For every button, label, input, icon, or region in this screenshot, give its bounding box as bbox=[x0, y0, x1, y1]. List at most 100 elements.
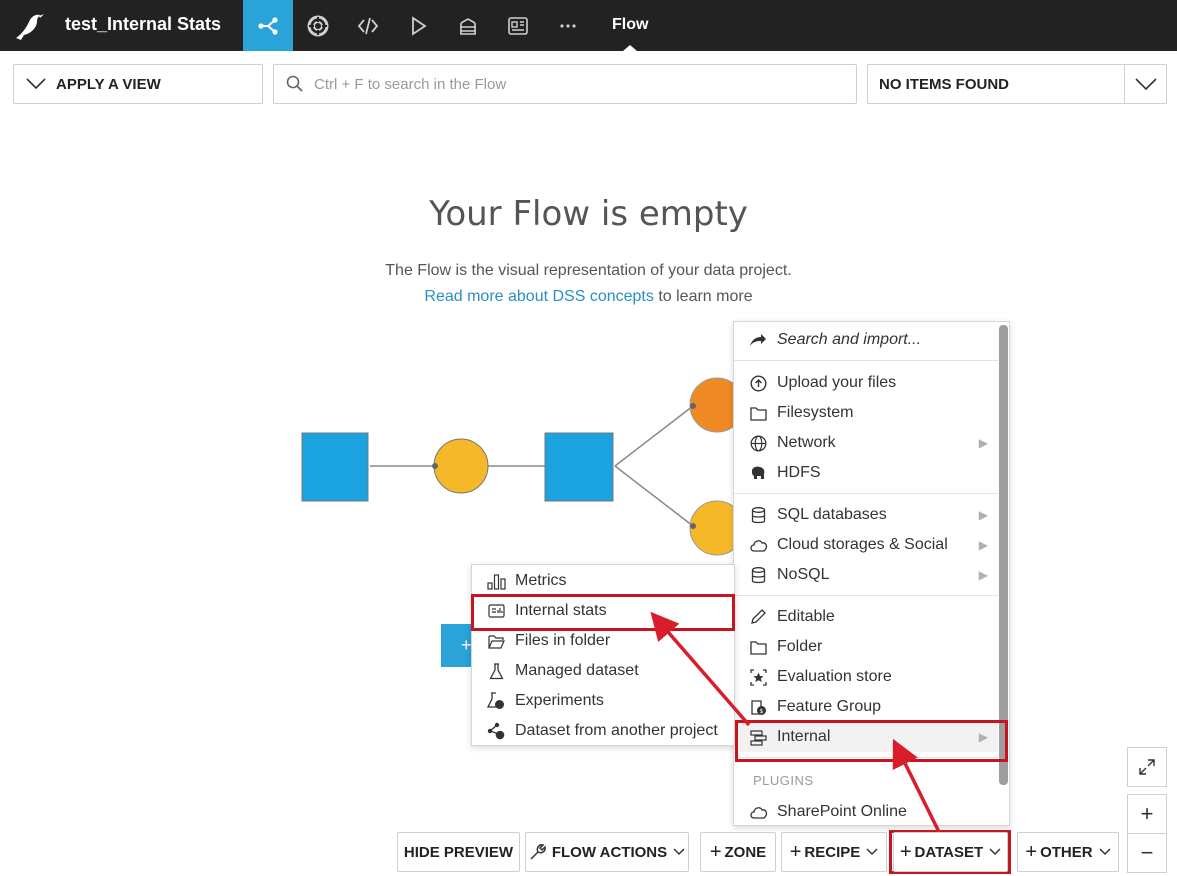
submenu-item-files-in-folder[interactable]: Files in folder bbox=[486, 626, 734, 656]
dataset-square-2 bbox=[544, 432, 614, 502]
menu-item-sharepoint-online[interactable]: SharePoint Online bbox=[748, 797, 998, 825]
menu-item-evaluation-store[interactable]: Evaluation store bbox=[748, 662, 998, 692]
recipe-circle-1 bbox=[433, 438, 489, 494]
pencil-icon bbox=[748, 607, 768, 627]
cloud-icon bbox=[748, 535, 768, 555]
menu-item-label: Cloud storages & Social bbox=[777, 536, 948, 553]
chevron-down-icon bbox=[866, 848, 878, 856]
items-dropdown-toggle[interactable] bbox=[1124, 65, 1166, 103]
menu-item-editable[interactable]: Editable bbox=[748, 602, 998, 632]
items-select[interactable]: NO ITEMS FOUND bbox=[867, 64, 1167, 104]
more-icon[interactable] bbox=[543, 0, 593, 51]
menu-item-label: NoSQL bbox=[777, 566, 830, 583]
submenu-item-label: Dataset from another project bbox=[515, 722, 718, 739]
code-icon[interactable] bbox=[343, 0, 393, 51]
add-zone-button[interactable]: + ZONE bbox=[700, 832, 776, 872]
lifecycle-icon[interactable] bbox=[293, 0, 343, 51]
star-box-icon bbox=[748, 667, 768, 687]
submenu-item-label: Metrics bbox=[515, 572, 567, 589]
menu-item-label: Filesystem bbox=[777, 404, 854, 421]
menu-item-upload-files[interactable]: Upload your files bbox=[748, 368, 998, 398]
submenu-arrow-icon: ▶ bbox=[978, 508, 988, 522]
share-arrow-icon bbox=[748, 330, 768, 350]
items-select-label: NO ITEMS FOUND bbox=[879, 75, 1009, 93]
menu-scrollbar[interactable] bbox=[999, 325, 1008, 785]
plus-icon: + bbox=[899, 841, 912, 863]
stack-icon[interactable] bbox=[443, 0, 493, 51]
folder-open-icon bbox=[486, 631, 506, 651]
dss-concepts-link[interactable]: Read more about DSS concepts bbox=[424, 288, 653, 305]
dataset-square-1 bbox=[301, 432, 369, 502]
flow-illustration bbox=[301, 377, 745, 556]
hide-preview-button[interactable]: HIDE PREVIEW bbox=[397, 832, 520, 872]
plugins-section-header: PLUGINS bbox=[753, 773, 814, 788]
menu-item-search-import[interactable]: Search and import... bbox=[748, 325, 998, 355]
menu-item-folder[interactable]: Folder bbox=[748, 632, 998, 662]
fit-to-screen-button[interactable] bbox=[1127, 747, 1167, 787]
zoom-in-label: + bbox=[1140, 801, 1154, 826]
top-navigation-bar: test_Internal Stats Flow bbox=[0, 0, 1177, 51]
add-other-button[interactable]: + OTHER bbox=[1017, 832, 1119, 872]
menu-item-internal[interactable]: Internal ▶ bbox=[748, 722, 998, 752]
menu-divider bbox=[734, 360, 998, 361]
flow-search-input[interactable] bbox=[314, 75, 834, 93]
menu-item-network[interactable]: Network ▶ bbox=[748, 428, 998, 458]
run-icon[interactable] bbox=[393, 0, 443, 51]
menu-item-label: Folder bbox=[777, 638, 823, 655]
other-label: OTHER bbox=[1040, 843, 1093, 861]
chevron-down-icon bbox=[1099, 848, 1111, 856]
plus-icon: + bbox=[1025, 841, 1038, 863]
metrics-icon bbox=[486, 571, 506, 591]
stats-icon bbox=[486, 601, 506, 621]
menu-item-filesystem[interactable]: Filesystem bbox=[748, 398, 998, 428]
flow-search-box[interactable] bbox=[273, 64, 857, 104]
submenu-item-label: Files in folder bbox=[515, 632, 611, 649]
submenu-item-label: Internal stats bbox=[515, 602, 607, 619]
add-recipe-button[interactable]: + RECIPE bbox=[781, 832, 887, 872]
shared-dataset-icon bbox=[486, 721, 506, 741]
submenu-arrow-icon: ▶ bbox=[978, 568, 988, 582]
expand-icon bbox=[1139, 759, 1155, 775]
cloud-icon bbox=[748, 802, 768, 822]
dataiku-bird-logo-icon[interactable] bbox=[12, 10, 48, 42]
zoom-out-button[interactable]: − bbox=[1127, 833, 1167, 873]
submenu-item-metrics[interactable]: Metrics bbox=[486, 566, 734, 596]
submenu-item-experiments[interactable]: Experiments bbox=[486, 686, 734, 716]
hide-preview-label: HIDE PREVIEW bbox=[403, 843, 514, 861]
menu-item-sql-databases[interactable]: SQL databases ▶ bbox=[748, 500, 998, 530]
plus-icon: + bbox=[789, 841, 802, 863]
apply-view-button[interactable]: APPLY A VIEW bbox=[13, 64, 263, 104]
menu-item-label: SharePoint Online bbox=[777, 803, 907, 820]
empty-flow-description: The Flow is the visual representation of… bbox=[385, 262, 792, 279]
flow-actions-button[interactable]: FLOW ACTIONS bbox=[525, 832, 689, 872]
menu-item-cloud-storages[interactable]: Cloud storages & Social ▶ bbox=[748, 530, 998, 560]
nosql-icon bbox=[748, 565, 768, 585]
tab-flow[interactable]: Flow bbox=[612, 16, 648, 34]
folder-icon bbox=[748, 637, 768, 657]
submenu-arrow-icon: ▶ bbox=[978, 538, 988, 552]
menu-item-nosql[interactable]: NoSQL ▶ bbox=[748, 560, 998, 590]
dashboard-icon[interactable] bbox=[493, 0, 543, 51]
zoom-in-button[interactable]: + bbox=[1127, 794, 1167, 834]
add-dataset-button[interactable]: + DATASET bbox=[893, 832, 1008, 872]
project-title[interactable]: test_Internal Stats bbox=[65, 14, 221, 35]
upload-icon bbox=[748, 373, 768, 393]
empty-flow-link-line: Read more about DSS concepts to learn mo… bbox=[0, 288, 1177, 306]
empty-flow-title: Your Flow is empty bbox=[429, 194, 748, 234]
submenu-arrow-icon: ▶ bbox=[978, 436, 988, 450]
svg-text:$: $ bbox=[759, 708, 763, 715]
submenu-item-dataset-from-another-project[interactable]: Dataset from another project bbox=[486, 716, 734, 746]
menu-item-label: Evaluation store bbox=[777, 668, 892, 685]
chevron-down-icon bbox=[989, 848, 1001, 856]
menu-item-feature-group[interactable]: $ Feature Group bbox=[748, 692, 998, 722]
menu-item-label: Feature Group bbox=[777, 698, 882, 715]
menu-item-label: SQL databases bbox=[777, 506, 887, 523]
flask-icon bbox=[486, 661, 506, 681]
submenu-item-managed-dataset[interactable]: Managed dataset bbox=[486, 656, 734, 686]
add-item-button[interactable]: + bbox=[441, 624, 475, 667]
flow-icon[interactable] bbox=[243, 0, 293, 51]
submenu-item-internal-stats[interactable]: Internal stats bbox=[486, 596, 734, 626]
submenu-item-label: Managed dataset bbox=[515, 662, 639, 679]
menu-item-hdfs[interactable]: HDFS bbox=[748, 458, 998, 488]
chevron-down-icon bbox=[673, 848, 685, 856]
